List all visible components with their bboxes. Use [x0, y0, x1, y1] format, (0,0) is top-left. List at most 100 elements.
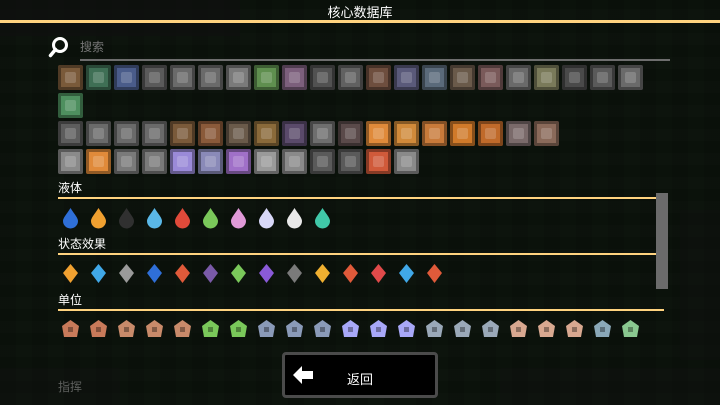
block-icon[interactable]	[338, 121, 363, 146]
unit-icon[interactable]	[366, 346, 391, 347]
block-icon[interactable]	[506, 65, 531, 90]
unit-icon[interactable]	[590, 317, 615, 342]
block-icon[interactable]	[282, 65, 307, 90]
unit-icon[interactable]	[394, 346, 419, 347]
liquid-icon[interactable]	[198, 205, 223, 230]
unit-icon[interactable]	[478, 346, 503, 347]
unit-icon[interactable]	[58, 346, 83, 347]
unit-icon[interactable]	[478, 317, 503, 342]
back-button[interactable]: 返回	[282, 352, 438, 398]
block-icon[interactable]	[366, 121, 391, 146]
unit-icon[interactable]	[198, 317, 223, 342]
unit-icon[interactable]	[618, 346, 643, 347]
status-effect-icon[interactable]	[254, 261, 279, 286]
liquid-icon[interactable]	[114, 205, 139, 230]
unit-icon[interactable]	[198, 346, 223, 347]
block-icon[interactable]	[478, 65, 503, 90]
unit-icon[interactable]	[58, 317, 83, 342]
block-icon[interactable]	[254, 65, 279, 90]
unit-icon[interactable]	[618, 317, 643, 342]
status-effect-icon[interactable]	[114, 261, 139, 286]
unit-icon[interactable]	[282, 317, 307, 342]
block-icon[interactable]	[422, 121, 447, 146]
unit-icon[interactable]	[534, 346, 559, 347]
status-effect-icon[interactable]	[226, 261, 251, 286]
block-icon[interactable]	[226, 149, 251, 174]
block-icon[interactable]	[142, 149, 167, 174]
block-icon[interactable]	[142, 65, 167, 90]
block-icon[interactable]	[366, 149, 391, 174]
block-icon[interactable]	[226, 121, 251, 146]
status-effect-icon[interactable]	[170, 261, 195, 286]
block-icon[interactable]	[310, 149, 335, 174]
block-icon[interactable]	[562, 65, 587, 90]
unit-icon[interactable]	[338, 317, 363, 342]
status-effect-icon[interactable]	[366, 261, 391, 286]
block-icon[interactable]	[366, 65, 391, 90]
unit-icon[interactable]	[562, 346, 587, 347]
block-icon[interactable]	[282, 149, 307, 174]
block-icon[interactable]	[478, 121, 503, 146]
block-icon[interactable]	[170, 121, 195, 146]
block-icon[interactable]	[254, 149, 279, 174]
block-icon[interactable]	[254, 121, 279, 146]
block-icon[interactable]	[394, 149, 419, 174]
liquid-icon[interactable]	[142, 205, 167, 230]
block-icon[interactable]	[86, 65, 111, 90]
unit-icon[interactable]	[226, 346, 251, 347]
block-icon[interactable]	[534, 121, 559, 146]
unit-icon[interactable]	[86, 317, 111, 342]
unit-icon[interactable]	[142, 346, 167, 347]
block-icon[interactable]	[198, 149, 223, 174]
block-icon[interactable]	[310, 121, 335, 146]
block-icon[interactable]	[58, 93, 83, 118]
block-icon[interactable]	[338, 149, 363, 174]
unit-icon[interactable]	[422, 317, 447, 342]
block-icon[interactable]	[506, 121, 531, 146]
block-icon[interactable]	[114, 65, 139, 90]
block-icon[interactable]	[226, 65, 251, 90]
block-icon[interactable]	[58, 65, 83, 90]
block-icon[interactable]	[394, 65, 419, 90]
search-input[interactable]	[80, 36, 670, 58]
status-effect-icon[interactable]	[394, 261, 419, 286]
block-icon[interactable]	[394, 121, 419, 146]
status-effect-icon[interactable]	[310, 261, 335, 286]
unit-icon[interactable]	[506, 346, 531, 347]
unit-icon[interactable]	[254, 346, 279, 347]
unit-icon[interactable]	[562, 317, 587, 342]
block-icon[interactable]	[450, 121, 475, 146]
block-icon[interactable]	[198, 121, 223, 146]
liquid-icon[interactable]	[254, 205, 279, 230]
database-content[interactable]: 液体 状态效果 单位	[58, 62, 664, 347]
unit-icon[interactable]	[114, 346, 139, 347]
status-effect-icon[interactable]	[142, 261, 167, 286]
block-icon[interactable]	[534, 65, 559, 90]
block-icon[interactable]	[422, 65, 447, 90]
liquid-icon[interactable]	[86, 205, 111, 230]
block-icon[interactable]	[450, 65, 475, 90]
unit-icon[interactable]	[590, 346, 615, 347]
block-icon[interactable]	[170, 149, 195, 174]
block-icon[interactable]	[86, 121, 111, 146]
block-icon[interactable]	[618, 65, 643, 90]
status-effect-icon[interactable]	[338, 261, 363, 286]
status-effect-icon[interactable]	[282, 261, 307, 286]
block-icon[interactable]	[170, 65, 195, 90]
liquid-icon[interactable]	[58, 205, 83, 230]
block-icon[interactable]	[114, 121, 139, 146]
liquid-icon[interactable]	[226, 205, 251, 230]
unit-icon[interactable]	[506, 317, 531, 342]
status-effect-icon[interactable]	[86, 261, 111, 286]
unit-icon[interactable]	[366, 317, 391, 342]
block-icon[interactable]	[590, 65, 615, 90]
unit-icon[interactable]	[394, 317, 419, 342]
block-icon[interactable]	[58, 121, 83, 146]
unit-icon[interactable]	[422, 346, 447, 347]
scrollbar-thumb[interactable]	[656, 193, 668, 289]
unit-icon[interactable]	[170, 317, 195, 342]
block-icon[interactable]	[86, 149, 111, 174]
liquid-icon[interactable]	[282, 205, 307, 230]
block-icon[interactable]	[58, 149, 83, 174]
status-effect-icon[interactable]	[198, 261, 223, 286]
